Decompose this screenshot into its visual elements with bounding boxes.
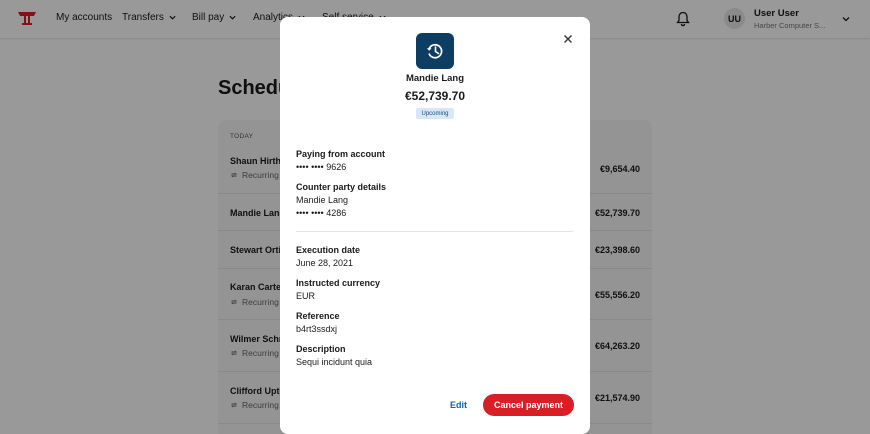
reference-value: b4rt3ssdxj xyxy=(296,324,338,334)
currency-label: Instructed currency xyxy=(296,278,381,288)
description-value: Sequi incidunt quia xyxy=(296,357,373,367)
paying-from-label: Paying from account xyxy=(296,149,386,159)
close-button[interactable] xyxy=(560,31,576,47)
counterparty-label: Counter party details xyxy=(296,182,387,192)
payment-amount: €52,739.70 xyxy=(404,89,466,103)
status-badge: Upcoming xyxy=(416,108,454,119)
paying-from-value: •••• •••• 9626 xyxy=(296,162,347,172)
description-label: Description xyxy=(296,344,346,354)
counterparty-name: Mandie Lang xyxy=(296,195,349,205)
history-clock-icon xyxy=(426,43,443,59)
counterparty-account: •••• •••• 4286 xyxy=(296,208,347,218)
reference-label: Reference xyxy=(296,311,340,321)
payee-name: Mandie Lang xyxy=(405,73,465,84)
scheduled-payment-icon xyxy=(416,33,454,69)
cancel-payment-button[interactable]: Cancel payment xyxy=(483,394,574,416)
execution-date-value: June 28, 2021 xyxy=(296,258,354,268)
payment-details-modal: Mandie Lang €52,739.70 Upcoming Paying f… xyxy=(280,17,590,434)
currency-value: EUR xyxy=(296,291,316,301)
execution-date-label: Execution date xyxy=(296,245,361,255)
edit-button[interactable]: Edit xyxy=(450,400,467,410)
divider xyxy=(296,231,573,232)
close-icon xyxy=(564,35,572,43)
